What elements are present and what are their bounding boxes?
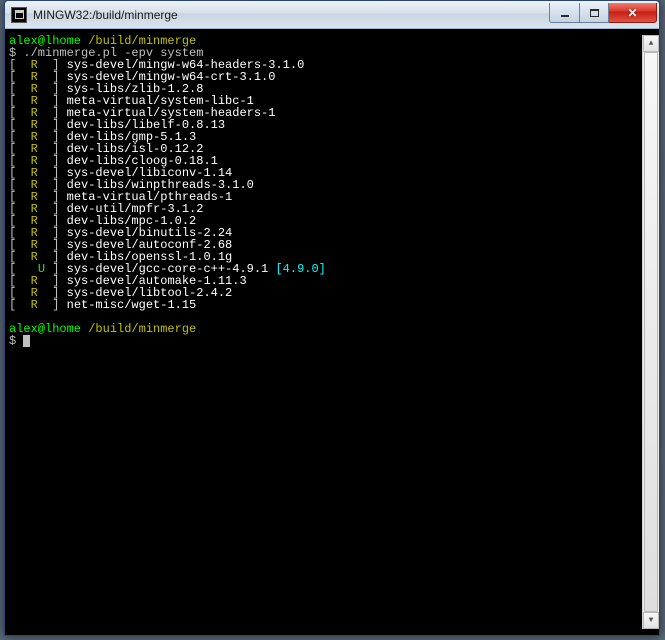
scroll-thumb[interactable] [644,52,658,612]
terminal-window: MINGW32:/build/minmerge ✕ alex@lhome /bu… [4,0,660,636]
flag-letter: R [31,298,38,312]
window-controls: ✕ [549,3,657,23]
scroll-track[interactable] [643,52,659,612]
app-icon [11,7,27,23]
package-line: [ R ] net-misc/wget-1.15 [9,299,642,311]
close-button[interactable]: ✕ [609,3,657,23]
input-line[interactable]: $ [9,335,642,347]
close-icon: ✕ [627,6,637,20]
prompt-path: /build/minmerge [88,322,196,336]
cursor [23,335,30,347]
vertical-scrollbar[interactable]: ▲ ▼ [642,35,659,629]
maximize-icon [590,9,599,17]
scroll-down-button[interactable]: ▼ [643,612,659,629]
version-extra: [4.9.0] [275,262,325,276]
package-name: net-misc/wget-1.15 [67,298,197,312]
prompt-symbol: $ [9,334,23,348]
terminal-output[interactable]: alex@lhome /build/minmerge$ ./minmerge.p… [9,35,642,629]
maximize-button[interactable] [579,3,609,23]
scroll-up-button[interactable]: ▲ [643,35,659,52]
prompt-line-2: alex@lhome /build/minmerge [9,323,642,335]
titlebar[interactable]: MINGW32:/build/minmerge ✕ [5,1,659,29]
minimize-icon [561,15,569,17]
minimize-button[interactable] [549,3,579,23]
client-area: alex@lhome /build/minmerge$ ./minmerge.p… [5,29,659,635]
window-title: MINGW32:/build/minmerge [33,8,549,22]
